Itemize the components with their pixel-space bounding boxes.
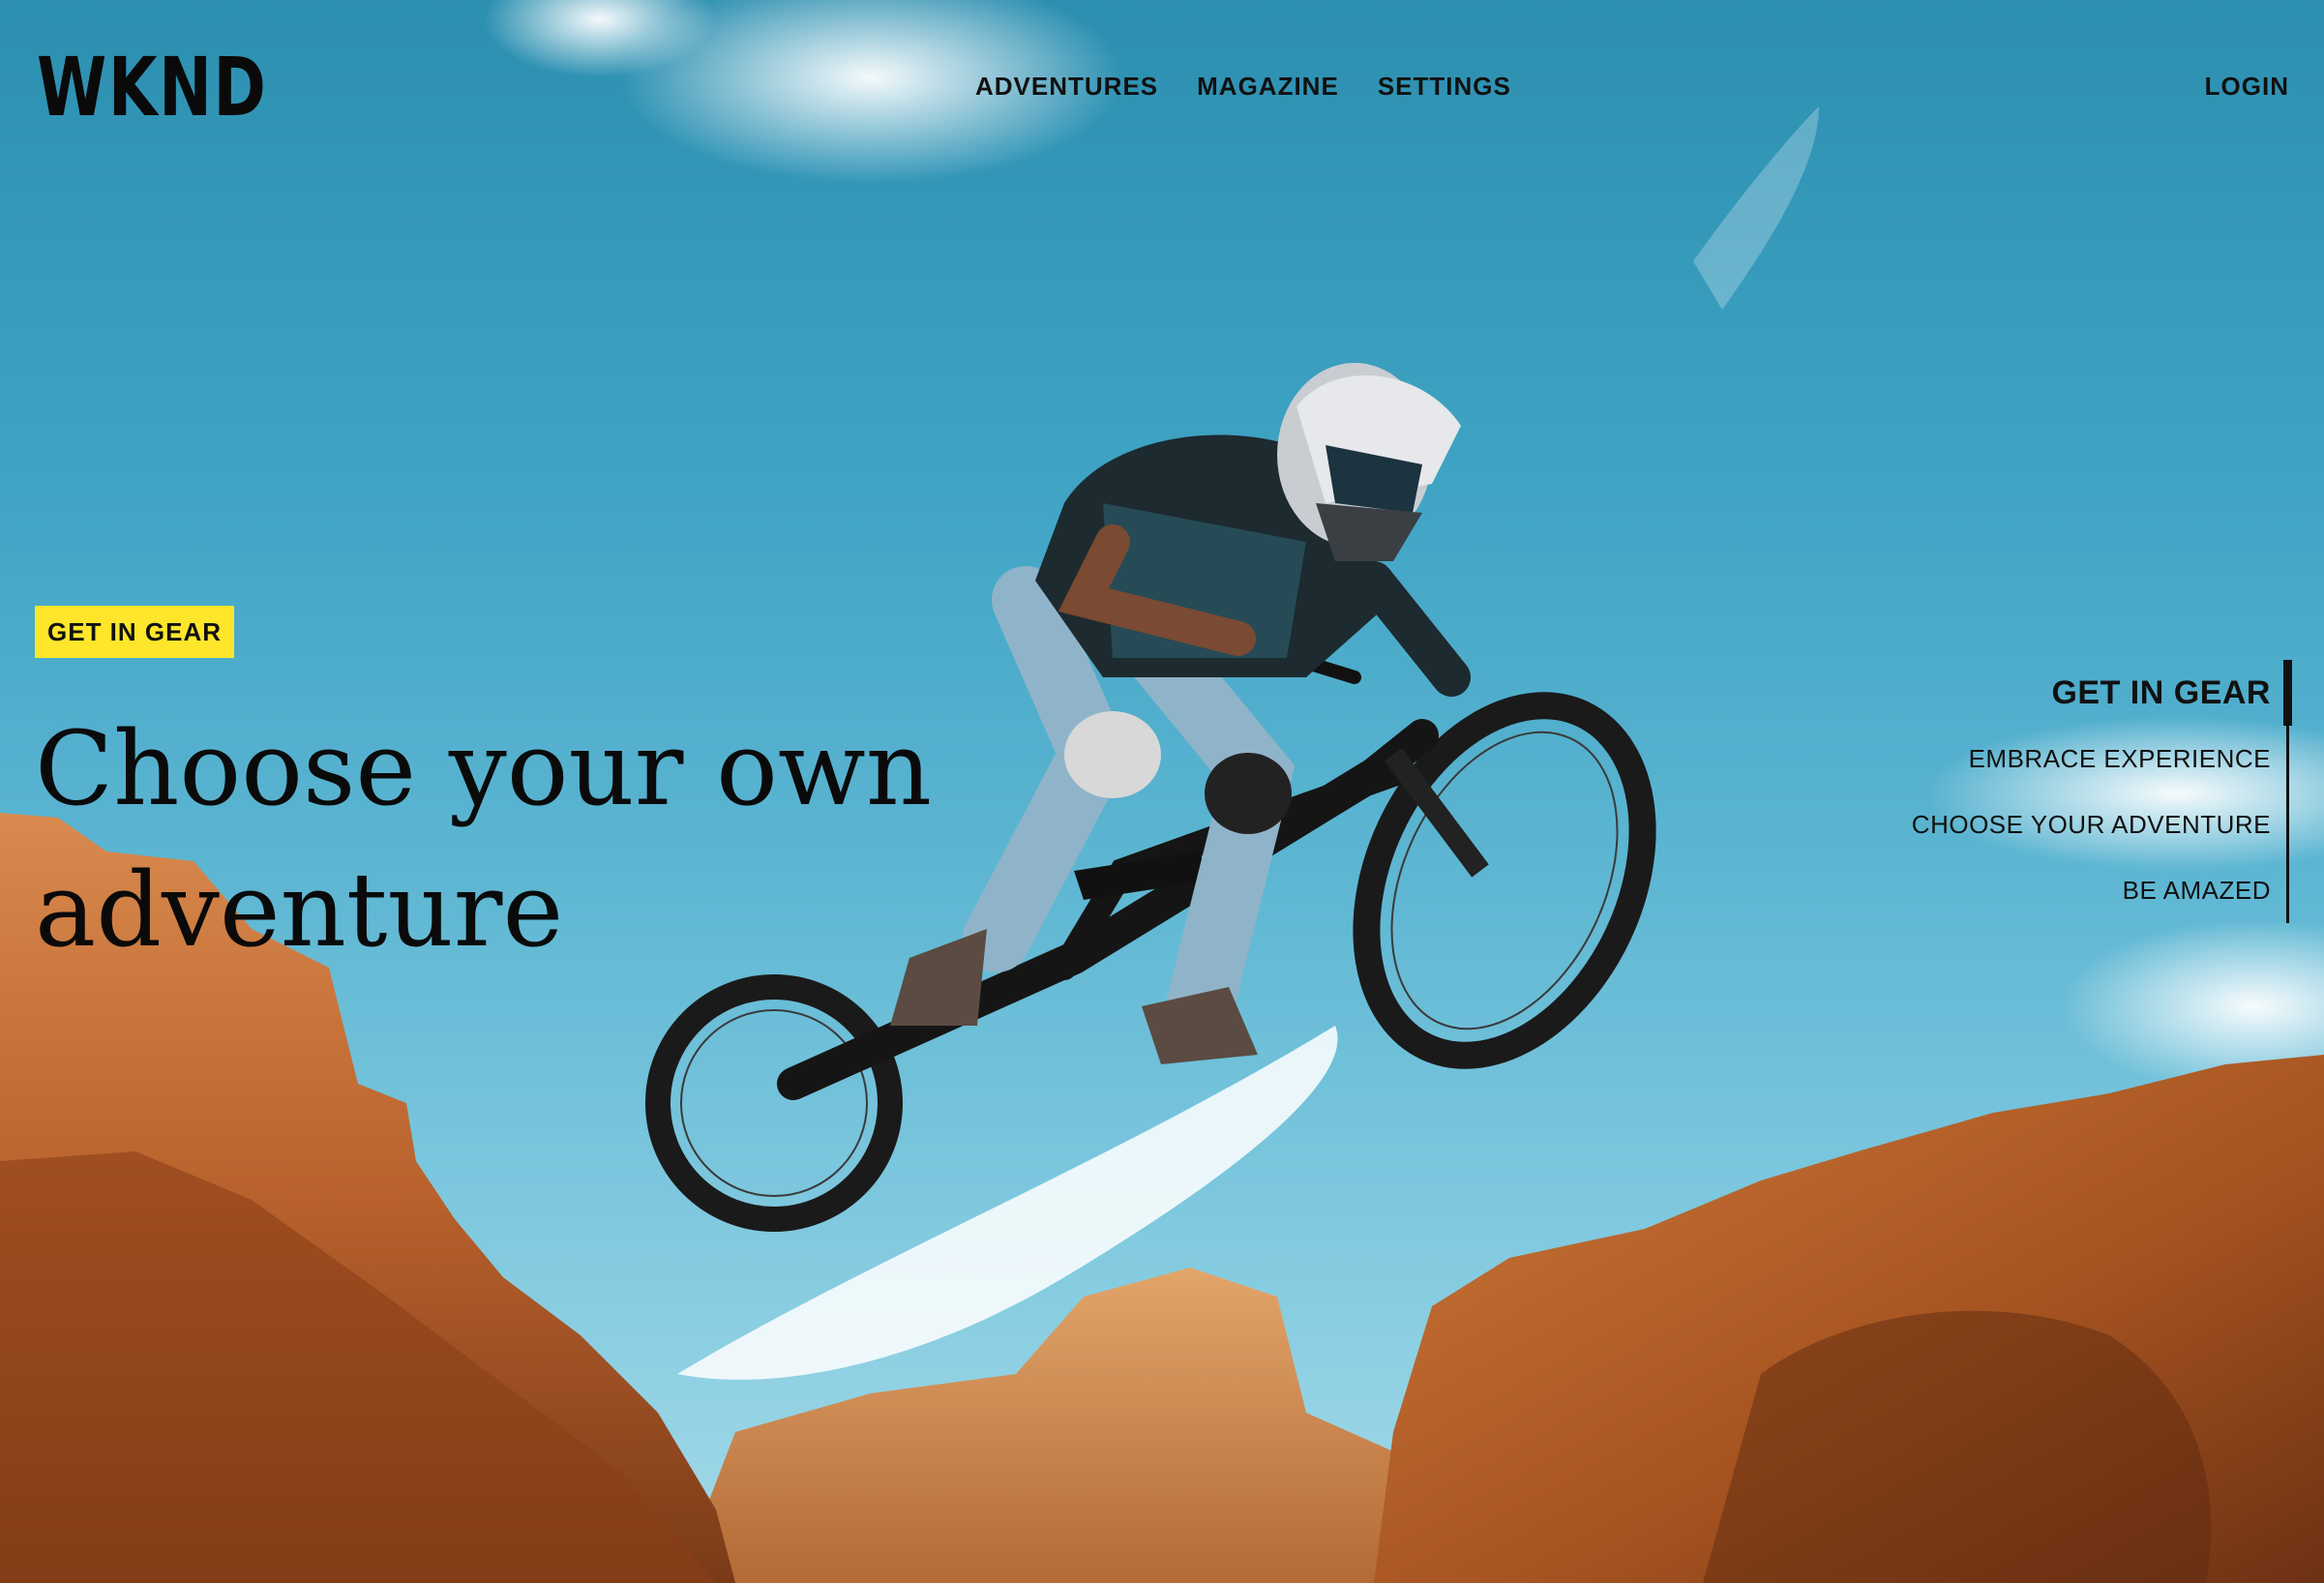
nav-magazine-link[interactable]: MAGAZINE: [1197, 72, 1339, 102]
carousel-item-be-amazed[interactable]: BE AMAZED: [1768, 857, 2271, 923]
hero-banner: WKND ADVENTURES MAGAZINE SETTINGS LOGIN …: [0, 0, 2324, 1583]
carousel-indicators: GET IN GEAR EMBRACE EXPERIENCE CHOOSE YO…: [1768, 660, 2292, 923]
login-link[interactable]: LOGIN: [2205, 72, 2289, 102]
carousel-item-choose-your-adventure[interactable]: CHOOSE YOUR ADVENTURE: [1768, 792, 2271, 857]
hero-headline: Choose your own adventure: [35, 709, 932, 970]
wknd-logo[interactable]: WKND: [37, 46, 268, 128]
carousel-item-get-in-gear[interactable]: GET IN GEAR: [1768, 660, 2292, 726]
nav-settings-link[interactable]: SETTINGS: [1378, 72, 1511, 102]
hero-tag-badge: GET IN GEAR: [35, 606, 235, 658]
main-nav: ADVENTURES MAGAZINE SETTINGS: [975, 72, 1511, 102]
carousel-item-embrace-experience[interactable]: EMBRACE EXPERIENCE: [1768, 726, 2271, 792]
nav-adventures-link[interactable]: ADVENTURES: [975, 72, 1158, 102]
